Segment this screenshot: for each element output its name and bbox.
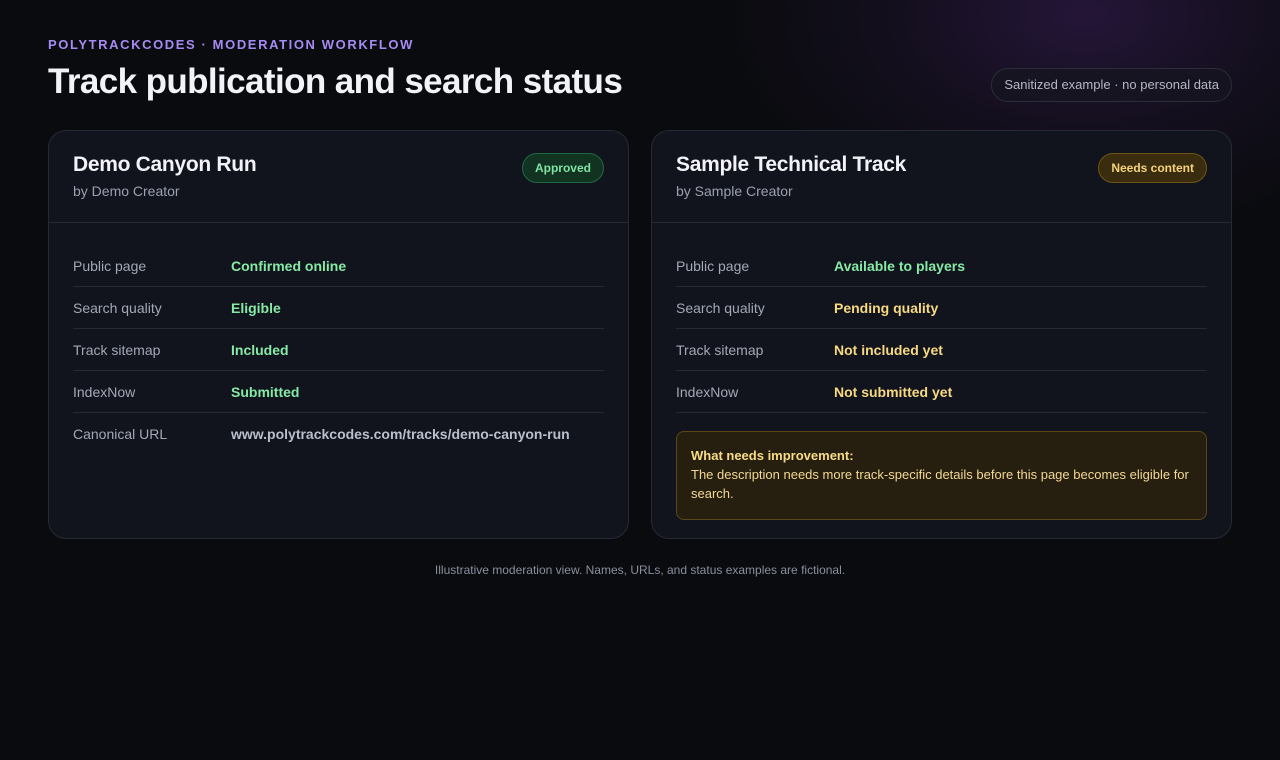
- canonical-url-value: www.polytrackcodes.com/tracks/demo-canyo…: [231, 426, 570, 442]
- status-row-search-quality: Search quality Eligible: [73, 287, 604, 329]
- status-row-public-page: Public page Confirmed online: [73, 245, 604, 287]
- track-card-sample-technical-track: Sample Technical Track by Sample Creator…: [651, 130, 1232, 539]
- status-row-value: Included: [231, 341, 289, 358]
- status-badge-approved: Approved: [521, 153, 604, 183]
- status-row-indexnow: IndexNow Not submitted yet: [676, 371, 1207, 413]
- improvement-title: What needs improvement:: [691, 448, 854, 463]
- status-row-label: Track sitemap: [73, 341, 161, 358]
- status-list: Public page Confirmed online Search qual…: [49, 223, 628, 455]
- page-title: Track publication and search status: [48, 62, 623, 101]
- status-row-canonical-url: Canonical URL www.polytrackcodes.com/tra…: [73, 413, 604, 455]
- status-row-label: Canonical URL: [73, 426, 168, 442]
- status-row-label: Public page: [73, 257, 147, 274]
- status-row-value: Pending quality: [834, 299, 939, 316]
- status-row-value: Not submitted yet: [834, 383, 953, 400]
- status-row-value: Available to players: [834, 257, 965, 274]
- footnote: Illustrative moderation view. Names, URL…: [434, 563, 846, 577]
- status-row-search-quality: Search quality Pending quality: [676, 287, 1207, 329]
- track-author: by Demo Creator: [73, 183, 180, 199]
- status-row-value: Submitted: [231, 383, 300, 400]
- status-row-label: Track sitemap: [676, 341, 764, 358]
- sanitized-notice-badge: Sanitized example · no personal data: [991, 68, 1232, 102]
- status-row-track-sitemap: Track sitemap Included: [73, 329, 604, 371]
- track-card-demo-canyon-run: Demo Canyon Run by Demo Creator Approved…: [48, 130, 629, 539]
- improvement-text: The description needs more track-specifi…: [691, 467, 1189, 501]
- card-header: Sample Technical Track by Sample Creator…: [652, 131, 1231, 223]
- improvement-callout: What needs improvement: The description …: [676, 431, 1207, 520]
- status-row-label: IndexNow: [676, 383, 739, 400]
- status-badge-needs-content: Needs content: [1098, 153, 1207, 183]
- track-author: by Sample Creator: [676, 183, 793, 199]
- status-row-public-page: Public page Available to players: [676, 245, 1207, 287]
- status-list: Public page Available to players Search …: [652, 223, 1231, 413]
- status-row-indexnow: IndexNow Submitted: [73, 371, 604, 413]
- card-header: Demo Canyon Run by Demo Creator Approved: [49, 131, 628, 223]
- status-row-value: Confirmed online: [231, 257, 347, 274]
- eyebrow-label: POLYTRACKCODES · MODERATION WORKFLOW: [48, 37, 414, 52]
- status-row-label: Public page: [676, 257, 750, 274]
- status-row-label: Search quality: [73, 299, 162, 316]
- status-row-value: Eligible: [231, 299, 281, 316]
- status-row-track-sitemap: Track sitemap Not included yet: [676, 329, 1207, 371]
- status-row-value: Not included yet: [834, 341, 943, 358]
- status-row-label: IndexNow: [73, 383, 136, 400]
- status-row-label: Search quality: [676, 299, 765, 316]
